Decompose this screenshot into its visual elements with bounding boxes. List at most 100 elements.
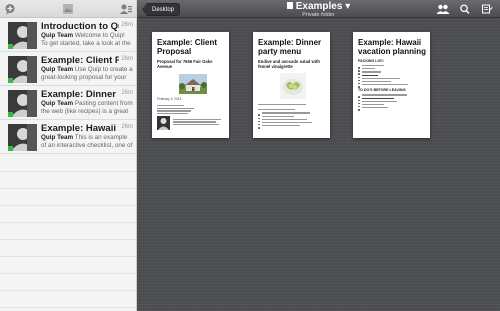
house-photo	[179, 74, 207, 94]
list-item	[358, 65, 426, 70]
document-thumbnail-client-proposal[interactable]: Example: Client Proposal Proposal for 76…	[152, 32, 229, 138]
empty-row	[0, 172, 136, 189]
thread-snippet: Quip Team Pasting content from the web (…	[41, 100, 133, 116]
text-line	[258, 104, 306, 106]
thread-snippet: Quip Team Welcome to Quip! To get starte…	[41, 32, 133, 48]
list-item	[358, 68, 426, 73]
text-line	[157, 113, 188, 115]
empty-rows	[0, 155, 136, 308]
author-photo	[157, 116, 170, 131]
author-text	[173, 117, 221, 127]
todo-list	[358, 94, 426, 112]
sidebar-toolbar	[0, 0, 136, 18]
chevron-down-icon: ▾	[345, 1, 351, 12]
new-document-icon[interactable]	[481, 4, 493, 14]
salad-photo	[280, 73, 306, 99]
thread-title: Example: Hawaii vaca...	[41, 123, 119, 134]
empty-row	[0, 240, 136, 257]
list-item	[258, 115, 326, 120]
members-icon[interactable]	[436, 4, 450, 14]
text-line	[362, 74, 378, 76]
text-line	[362, 80, 391, 83]
document-thumbnail-hawaii-vacation[interactable]: Example: Hawaii vacation planning PACKIN…	[353, 32, 430, 138]
document-title: Example: Client Proposal	[157, 38, 218, 56]
thread-author: Quip Team	[41, 32, 74, 39]
thread-author: Quip Team	[41, 66, 74, 73]
text-line	[362, 84, 409, 86]
image-icon[interactable]	[62, 3, 74, 15]
list-item	[258, 121, 326, 127]
thread-time: 26m	[121, 56, 133, 62]
text-line	[362, 103, 385, 106]
document-title: Example: Dinner party menu	[258, 38, 322, 56]
text-line	[362, 107, 388, 109]
thread-list: Introduction to Quip 26m Quip Team Welco…	[0, 18, 136, 154]
ingredient-list	[258, 112, 326, 130]
thread-title: Introduction to Quip	[41, 21, 119, 32]
list-item	[358, 97, 426, 102]
document-date: February 3, 2013	[157, 97, 182, 101]
sidebar: Introduction to Quip 26m Quip Team Welco…	[0, 0, 137, 311]
empty-row	[0, 274, 136, 291]
list-item	[358, 84, 426, 89]
top-bar: Desktop Examples ▾ Private folder	[137, 0, 500, 18]
text-line	[173, 124, 219, 126]
text-line	[262, 121, 312, 124]
contacts-icon[interactable]	[119, 3, 133, 15]
list-item	[358, 100, 426, 105]
author-block	[157, 116, 225, 132]
text-line	[262, 125, 301, 127]
text-line	[258, 109, 296, 111]
document-thumbnail-dinner-party[interactable]: Example: Dinner party menu Endive and av…	[253, 32, 330, 138]
compose-icon[interactable]	[4, 3, 16, 15]
text-line	[362, 68, 375, 70]
document-subtitle: Endive and avocado salad with fennel vin…	[258, 59, 320, 69]
text-line	[157, 107, 195, 109]
empty-row	[0, 257, 136, 274]
empty-row	[0, 223, 136, 240]
list-item	[358, 107, 426, 112]
document-title: Example: Hawaii vacation planning	[358, 38, 427, 56]
online-indicator	[8, 112, 13, 117]
list-item	[358, 80, 426, 86]
text-line	[262, 112, 310, 114]
thread-item[interactable]: Example: Client Propo 26m Quip Team Use …	[0, 52, 136, 86]
thread-title: Example: Dinner part...	[41, 89, 119, 100]
thread-time: 26m	[121, 90, 133, 96]
thread-author: Quip Team	[41, 134, 74, 141]
text-line	[362, 100, 398, 102]
online-indicator	[8, 78, 13, 83]
folder-title: Examples	[295, 1, 343, 12]
main-area: Desktop Examples ▾ Private folder Exampl…	[137, 0, 500, 311]
text-line	[362, 65, 385, 67]
thread-item[interactable]: Example: Hawaii vaca... 26m Quip Team Th…	[0, 120, 136, 154]
empty-row	[0, 291, 136, 308]
list-item	[358, 74, 426, 79]
search-icon[interactable]	[459, 4, 471, 14]
thread-item[interactable]: Example: Dinner part... 26m Quip Team Pa…	[0, 86, 136, 120]
document-subtitle: Proposal for 7656 Fair Oaks Avenue	[157, 59, 213, 69]
text-line	[362, 97, 394, 99]
thread-title: Example: Client Propo	[41, 55, 119, 66]
list-item	[358, 71, 426, 76]
folder-icon	[286, 2, 293, 9]
thread-time: 26m	[121, 124, 133, 130]
list-item	[358, 94, 426, 99]
thread-item[interactable]: Introduction to Quip 26m Quip Team Welco…	[0, 18, 136, 52]
list-item	[258, 125, 326, 130]
text-line	[173, 121, 217, 123]
empty-row	[0, 189, 136, 206]
section-heading: PACKING LIST:	[358, 59, 384, 63]
thread-author: Quip Team	[41, 100, 74, 107]
text-line	[262, 115, 294, 117]
text-line	[173, 118, 221, 120]
packing-list	[358, 65, 426, 89]
online-indicator	[8, 146, 13, 151]
text-line	[262, 118, 307, 120]
empty-row	[0, 206, 136, 223]
text-line	[362, 77, 401, 79]
text-line	[362, 71, 382, 73]
empty-row	[0, 155, 136, 172]
list-item	[258, 112, 326, 117]
thread-time: 26m	[121, 22, 133, 28]
